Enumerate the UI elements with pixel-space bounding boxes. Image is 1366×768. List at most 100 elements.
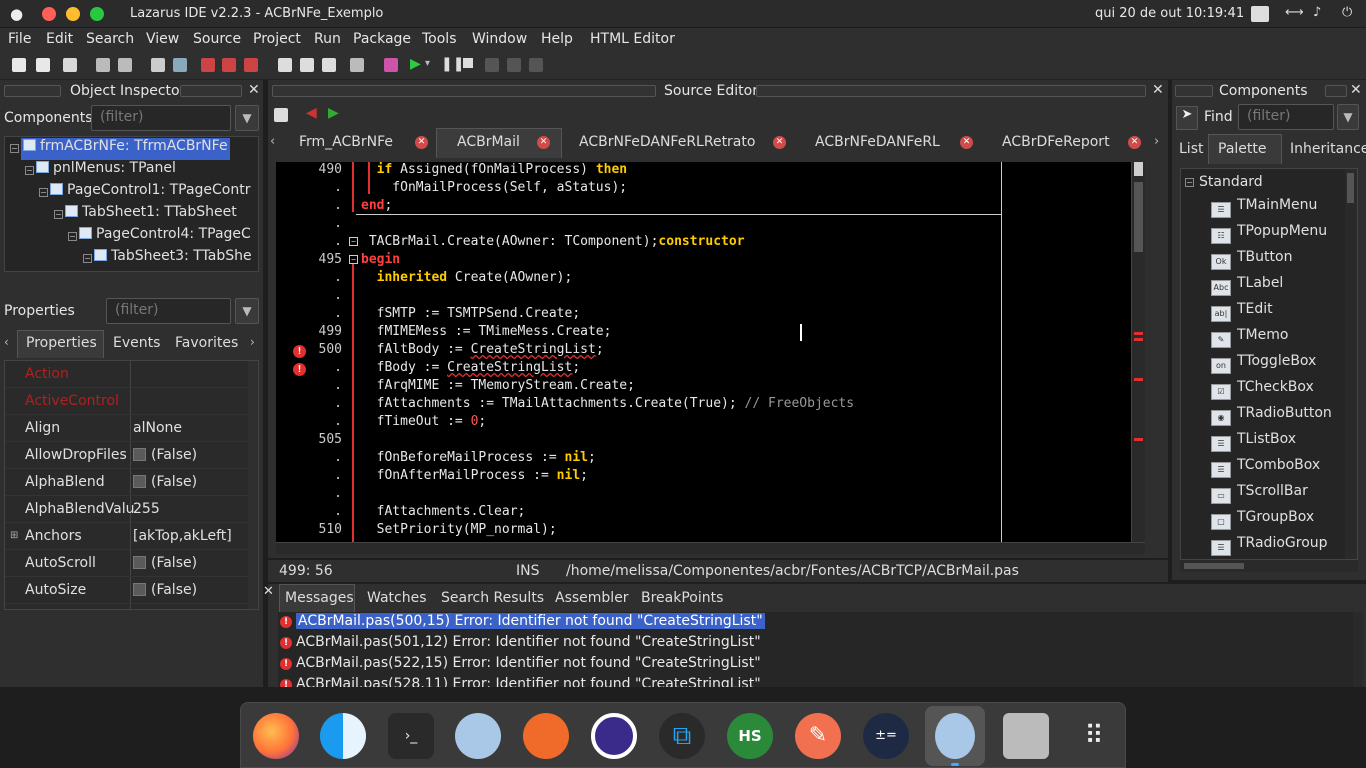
component-palette-list[interactable]: − Standard ☰ TMainMenu ☷ TPopupMenu Ok TButto… (1180, 168, 1358, 560)
close-icon[interactable]: ✕ (1152, 82, 1164, 98)
tab-events[interactable]: Events (113, 335, 160, 351)
list-item[interactable]: ! ACBrMail.pas(522,15) Error: Identifier … (280, 655, 761, 675)
tab-scroll-right-icon[interactable]: › (250, 335, 255, 349)
tab-breakpoints[interactable]: BreakPoints (641, 590, 723, 606)
close-tab-icon[interactable]: ✕ (1128, 136, 1141, 149)
tab-frm-acbrnfe[interactable]: Frm_ACBrNFe (299, 134, 393, 150)
component-item[interactable]: ▭ TScrollBar (1211, 483, 1308, 507)
new-unit-icon[interactable] (12, 58, 26, 72)
toggle-form-icon[interactable] (151, 58, 165, 72)
tab-acbrnfedanferl[interactable]: ACBrNFeDANFeRL (815, 134, 940, 150)
remove-package-icon[interactable] (244, 58, 258, 72)
property-row[interactable]: AlphaBlend (False) (5, 469, 248, 496)
menu-help[interactable]: Help (541, 31, 573, 47)
menu-project[interactable]: Project (253, 31, 301, 47)
property-row[interactable]: ActiveControl (5, 388, 248, 415)
component-item[interactable]: Abc TLabel (1211, 275, 1283, 299)
window-maximize-button[interactable] (90, 7, 104, 21)
terminal-icon[interactable]: ›_ (388, 713, 434, 759)
close-tab-icon[interactable]: ✕ (960, 136, 973, 149)
tab-favorites[interactable]: Favorites (175, 335, 238, 351)
tab-scroll-left-icon[interactable]: ‹ (270, 134, 275, 149)
trash-icon[interactable] (1003, 713, 1049, 759)
app-grid-icon[interactable]: ⠿ (1071, 713, 1117, 759)
run-dropdown-icon[interactable]: ▾ (425, 58, 430, 69)
component-item[interactable]: ☰ TRadioGroup (1211, 535, 1328, 559)
apple-icon[interactable]: ● (10, 5, 23, 23)
build-mode-icon[interactable] (350, 58, 364, 72)
filter-icon[interactable]: ▼ (1337, 104, 1359, 130)
close-icon[interactable]: ✕ (248, 82, 260, 98)
component-item[interactable]: ☷ TPopupMenu (1211, 223, 1327, 247)
tab-list[interactable]: List (1179, 141, 1203, 157)
component-item[interactable]: ☰ TComboBox (1211, 457, 1320, 481)
component-tree[interactable]: − frmACBrNFe: TfrmACBrNFe − pnlMenus: TP… (4, 136, 259, 272)
menu-html-editor[interactable]: HTML Editor (590, 31, 675, 47)
property-row[interactable]: AlphaBlendValu 255 (5, 496, 248, 523)
window-close-button[interactable] (42, 7, 56, 21)
components-filter-input[interactable]: (filter) (91, 105, 231, 131)
component-item[interactable]: ▢ TGroupBox (1211, 509, 1314, 533)
tab-messages[interactable]: Messages (285, 590, 354, 606)
fold-collapse-icon[interactable]: − (349, 237, 358, 246)
run-icon[interactable]: ▶ (410, 56, 421, 72)
menu-source[interactable]: Source (193, 31, 241, 47)
back-icon[interactable]: ◀ (306, 105, 317, 121)
tab-watches[interactable]: Watches (367, 590, 427, 606)
property-row[interactable]: AllowDropFiles (False) (5, 442, 248, 469)
filter-icon[interactable]: ▼ (235, 105, 259, 131)
save-all-icon[interactable] (118, 58, 132, 72)
component-item[interactable]: Ok TButton (1211, 249, 1292, 273)
finder-icon[interactable] (320, 713, 366, 759)
property-grid[interactable]: Action ActiveControl Align alNone AllowDr… (4, 360, 259, 610)
view-forms-icon[interactable] (278, 58, 292, 72)
list-item[interactable]: ! ACBrMail.pas(500,15) Error: Identifier … (280, 613, 765, 633)
component-item[interactable]: ◉ TRadioButton (1211, 405, 1332, 429)
messages-scrollbar[interactable] (1353, 612, 1363, 687)
clock[interactable]: qui 20 de out 10:19:41 (1095, 6, 1244, 21)
component-item[interactable]: ☰ TListBox (1211, 431, 1296, 455)
expand-icon[interactable]: ⊞ (10, 530, 18, 541)
window-minimize-button[interactable] (66, 7, 80, 21)
fold-collapse-icon[interactable]: − (349, 255, 358, 264)
properties-filter-input[interactable]: (filter) (106, 298, 231, 324)
tab-inheritance[interactable]: Inheritance (1290, 141, 1366, 157)
tree-node[interactable]: frmACBrNFe: TfrmACBrNFe (21, 138, 230, 160)
menu-edit[interactable]: Edit (46, 31, 73, 47)
tab-acbrnfedanferlretrato[interactable]: ACBrNFeDANFeRLRetrato (579, 134, 755, 150)
app-indicator-icon[interactable] (1251, 6, 1269, 22)
tab-scroll-left-icon[interactable]: ‹ (4, 335, 9, 349)
error-marker-icon[interactable]: ! (293, 345, 306, 358)
menu-view[interactable]: View (146, 31, 179, 47)
property-row[interactable]: AutoSize (False) (5, 577, 248, 604)
tab-properties[interactable]: Properties (26, 335, 97, 351)
component-item[interactable]: ab| TEdit (1211, 301, 1273, 325)
power-icon[interactable]: ⏻ (1342, 5, 1352, 20)
editor-horizontal-scrollbar[interactable] (276, 542, 1145, 554)
checkbox[interactable] (133, 583, 146, 596)
vscode-icon[interactable]: ⧉ (659, 713, 705, 759)
pencil-app-icon[interactable]: ✎ (795, 713, 841, 759)
palette-scrollbar[interactable] (1345, 169, 1357, 559)
pause-icon[interactable]: ❚❚ (441, 56, 464, 72)
code-editor[interactable]: 490.... 495... 499 500.... 505.... 510 if Ass… (276, 162, 1131, 542)
calculator-icon[interactable]: ±= (863, 713, 909, 759)
inkscape-icon[interactable] (523, 713, 569, 759)
menu-search[interactable]: Search (86, 31, 134, 47)
menu-tools[interactable]: Tools (422, 31, 457, 47)
filter-icon[interactable]: ▼ (235, 298, 259, 324)
menu-window[interactable]: Window (472, 31, 527, 47)
volume-icon[interactable]: ♪ (1313, 5, 1321, 20)
list-item[interactable]: ! ACBrMail.pas(501,12) Error: Identifier … (280, 634, 761, 654)
close-icon[interactable]: ✕ (1350, 82, 1362, 98)
insert-mode[interactable]: INS (516, 563, 540, 579)
add-package-icon[interactable] (222, 58, 236, 72)
view-source-icon[interactable] (300, 58, 314, 72)
close-tab-icon[interactable]: ✕ (773, 136, 786, 149)
tab-acbrmail[interactable]: ACBrMail (457, 134, 520, 150)
tree-node[interactable]: pnlMenus: TPanel (36, 160, 176, 182)
toggle-view-icon[interactable] (322, 58, 336, 72)
checkbox[interactable] (133, 448, 146, 461)
checkbox[interactable] (133, 475, 146, 488)
component-item[interactable]: on TToggleBox (1211, 353, 1316, 377)
